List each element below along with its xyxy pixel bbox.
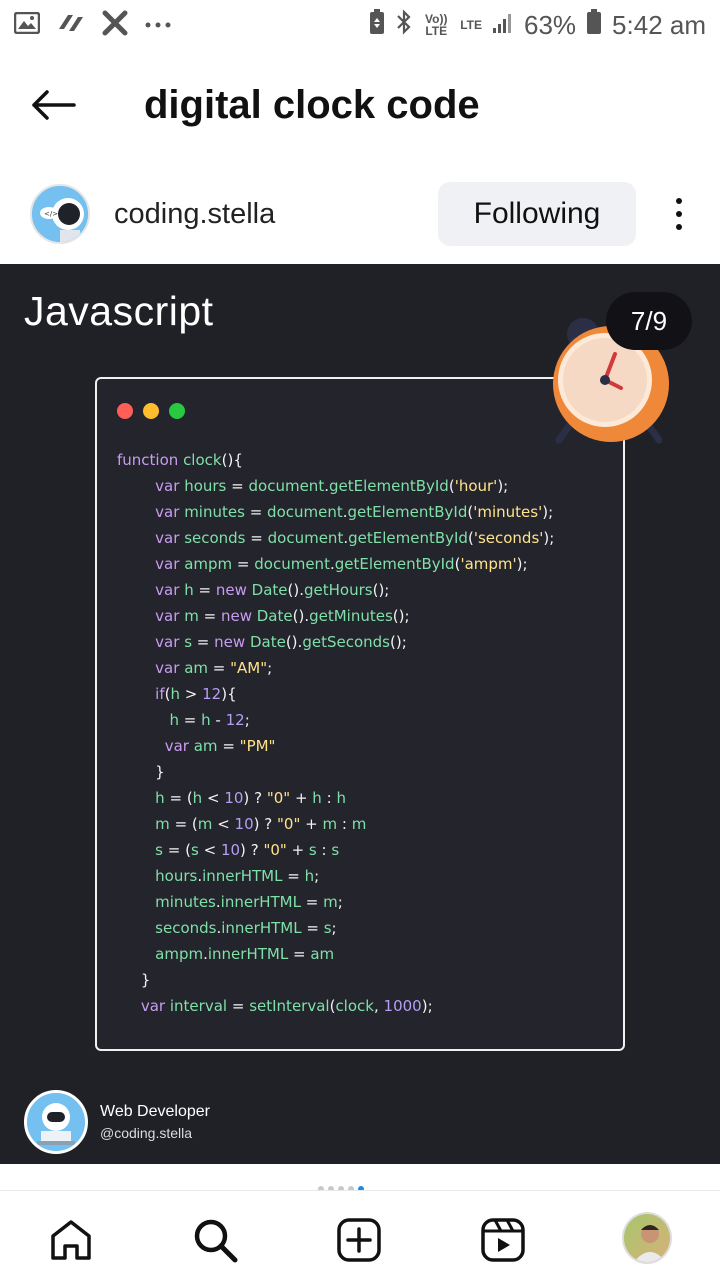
battery-icon <box>586 8 602 42</box>
page-header: digital clock code <box>0 60 720 150</box>
code-line: m = (m < 10) ? "0" + m : m <box>155 815 367 833</box>
battery-percent: 63% <box>524 9 577 40</box>
svg-text:</>: </> <box>44 210 58 218</box>
window-controls <box>117 403 185 419</box>
code-window: function clock(){ var hours = document.g… <box>95 377 625 1051</box>
code-line: var minutes = document.getElementById('m… <box>155 503 554 521</box>
code-line: var am = "PM" <box>164 737 276 755</box>
code-line: var ampm = document.getElementById('ampm… <box>155 555 528 573</box>
gallery-icon <box>13 11 41 39</box>
bottom-nav <box>0 1190 720 1280</box>
post-slide[interactable]: Javascript 7/9 function clock(){ var hou… <box>0 264 720 1164</box>
close-dot <box>117 403 133 419</box>
nav-search[interactable] <box>190 1215 240 1265</box>
volte-label: Vo)) LTE <box>425 12 448 38</box>
create-icon <box>337 1218 381 1262</box>
code-line: var hours = document.getElementById('hou… <box>155 477 509 495</box>
code-line: seconds.innerHTML = s; <box>155 919 337 937</box>
nav-profile[interactable] <box>622 1212 672 1264</box>
network-type-label: LTE <box>460 18 482 32</box>
back-button[interactable] <box>30 85 90 125</box>
code-line: var h = new Date().getHours(); <box>155 581 390 599</box>
slide-heading: Javascript <box>24 288 214 334</box>
creator-handle: @coding.stella <box>100 1125 193 1141</box>
creator-avatar <box>24 1090 88 1154</box>
maximize-dot <box>169 403 185 419</box>
code-line: var seconds = document.getElementById('s… <box>155 529 555 547</box>
back-arrow-icon <box>32 90 76 120</box>
creator-card: Web Developer @coding.stella <box>24 1090 210 1154</box>
code-line: } <box>140 971 151 989</box>
nav-create[interactable] <box>334 1215 384 1265</box>
author-username[interactable]: coding.stella <box>114 198 275 231</box>
bluetooth-icon <box>396 8 412 42</box>
code-line: } <box>155 763 165 781</box>
code-line: ampm.innerHTML = am <box>155 945 335 963</box>
more-options-icon[interactable] <box>664 184 694 244</box>
code-line: var m = new Date().getMinutes(); <box>155 607 410 625</box>
battery-saver-icon <box>368 8 386 42</box>
minimize-dot <box>143 403 159 419</box>
code-line: hours.innerHTML = h; <box>155 867 320 885</box>
more-dots-icon <box>144 16 172 34</box>
search-icon <box>194 1219 238 1263</box>
signal-icon <box>492 10 514 41</box>
code-line: h = h - 12; <box>169 711 250 729</box>
nav-home[interactable] <box>46 1215 96 1265</box>
code-line: var am = "AM"; <box>155 659 273 677</box>
code-line: var interval = setInterval(clock, 1000); <box>140 997 433 1015</box>
home-icon <box>51 1220 91 1260</box>
status-bar: Vo)) LTE LTE 63% 5:42 am <box>0 0 720 50</box>
creator-role: Web Developer <box>100 1103 210 1120</box>
page-title: digital clock code <box>144 82 480 127</box>
reels-icon <box>481 1218 525 1262</box>
slide-counter: 7/9 <box>606 292 692 350</box>
code-line: var s = new Date().getSeconds(); <box>155 633 407 651</box>
tools-icon <box>102 10 128 41</box>
following-button[interactable]: Following <box>438 182 636 246</box>
post-author-row: </> coding.stella Following <box>0 176 720 252</box>
clock-time: 5:42 am <box>612 9 706 40</box>
code-line: if(h > 12){ <box>155 685 237 703</box>
code-line: function clock(){ <box>117 451 243 469</box>
link-icon <box>56 11 86 40</box>
nav-reels[interactable] <box>478 1215 528 1265</box>
code-line: s = (s < 10) ? "0" + s : s <box>155 841 340 859</box>
code-block: function clock(){ var hours = document.g… <box>117 447 554 1019</box>
code-line: minutes.innerHTML = m; <box>155 893 343 911</box>
profile-avatar <box>622 1212 672 1264</box>
author-avatar[interactable]: </> <box>30 184 90 244</box>
code-line: h = (h < 10) ? "0" + h : h <box>155 789 346 807</box>
